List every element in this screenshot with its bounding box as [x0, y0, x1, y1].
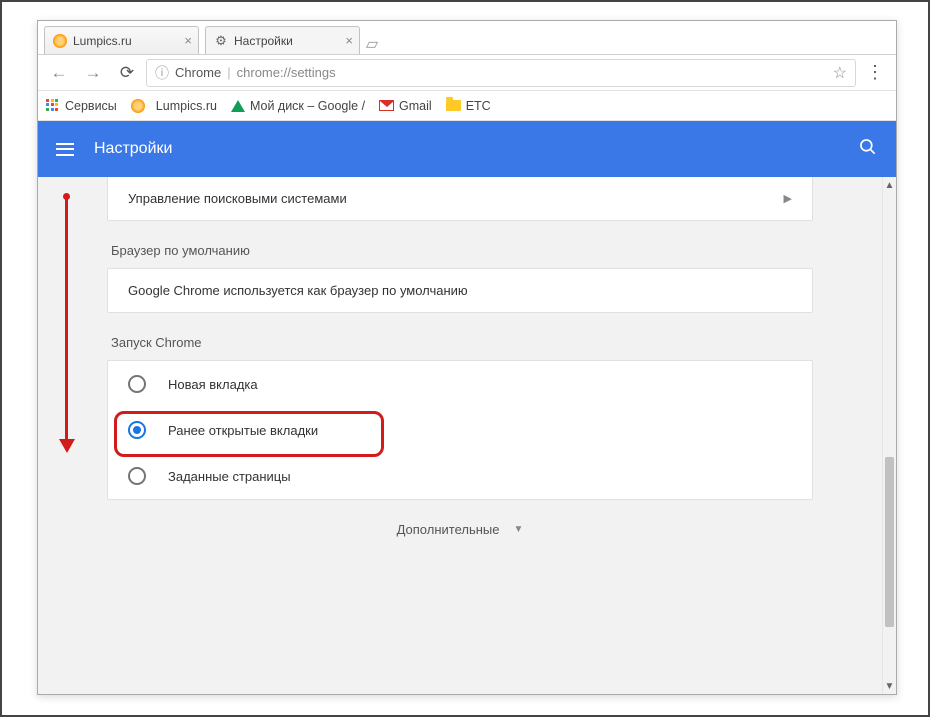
default-browser-status: Google Chrome используется как браузер п…	[108, 269, 812, 312]
row-label: Google Chrome используется как браузер п…	[128, 283, 468, 298]
bookmark-lumpics[interactable]: Lumpics.ru	[131, 99, 217, 113]
hamburger-menu-button[interactable]	[56, 143, 74, 156]
omnibox[interactable]: ⓘ Chrome | chrome://settings ☆	[146, 59, 856, 87]
page-title: Настройки	[94, 140, 172, 158]
bookmark-gmail[interactable]: Gmail	[379, 99, 432, 113]
tab-lumpics[interactable]: Lumpics.ru ×	[44, 26, 199, 54]
nav-reload-button[interactable]: ⟳	[112, 58, 142, 88]
radio-continue[interactable]: Ранее открытые вкладки	[108, 407, 812, 453]
settings-app-header: Настройки	[38, 121, 896, 177]
apps-shortcut[interactable]: Сервисы	[46, 99, 117, 113]
radio-label: Новая вкладка	[168, 377, 258, 392]
nav-forward-button: →	[78, 58, 108, 88]
bookmark-label: Сервисы	[65, 99, 117, 113]
gmail-icon	[379, 100, 394, 111]
url-origin: Chrome	[175, 65, 221, 80]
radio-specific-pages[interactable]: Заданные страницы	[108, 453, 812, 499]
bookmark-etc[interactable]: ETC	[446, 99, 491, 113]
tab-label: Настройки	[234, 34, 293, 48]
advanced-toggle[interactable]: Дополнительные ▼	[107, 500, 813, 547]
google-drive-icon	[231, 100, 245, 112]
annotation-arrow	[58, 193, 78, 453]
radio-icon	[128, 467, 146, 485]
manage-search-engines-row[interactable]: Управление поисковыми системами ▶	[108, 177, 812, 220]
scroll-up-button[interactable]: ▲	[883, 177, 896, 193]
gear-icon: ⚙	[214, 34, 228, 48]
nav-back-button[interactable]: ←	[44, 58, 74, 88]
bookmark-label: Lumpics.ru	[156, 99, 217, 113]
url-path: chrome://settings	[237, 65, 336, 80]
radio-label: Заданные страницы	[168, 469, 291, 484]
chevron-right-icon: ▶	[784, 192, 792, 205]
bookmark-label: Gmail	[399, 99, 432, 113]
scrollbar[interactable]: ▲ ▼	[882, 177, 896, 694]
radio-new-tab[interactable]: Новая вкладка	[108, 361, 812, 407]
lumpics-favicon-icon	[131, 99, 145, 113]
search-icon[interactable]	[858, 137, 878, 162]
address-bar: ← → ⟳ ⓘ Chrome | chrome://settings ☆ ⋮	[38, 55, 896, 91]
browser-window: David Lumpics.ru × ⚙ Настройки × ▱ ← →	[37, 20, 897, 695]
section-title-default-browser: Браузер по умолчанию	[111, 243, 809, 258]
apps-grid-icon	[46, 99, 60, 113]
bookmark-drive[interactable]: Мой диск – Google /	[231, 99, 365, 113]
radio-icon	[128, 421, 146, 439]
settings-content: Управление поисковыми системами ▶ Браузе…	[38, 177, 896, 694]
folder-icon	[446, 100, 461, 111]
chevron-down-icon: ▼	[514, 524, 524, 535]
advanced-label: Дополнительные	[397, 522, 500, 537]
tab-close-icon[interactable]: ×	[345, 33, 353, 48]
menu-button[interactable]: ⋮	[860, 62, 890, 83]
new-tab-button[interactable]: ▱	[360, 34, 384, 54]
lumpics-favicon-icon	[53, 34, 67, 48]
row-label: Управление поисковыми системами	[128, 191, 347, 206]
section-title-startup: Запуск Chrome	[111, 335, 809, 350]
startup-options: Новая вкладка Ранее открытые вкладки Зад…	[107, 360, 813, 500]
site-info-icon[interactable]: ⓘ	[155, 63, 169, 83]
radio-label: Ранее открытые вкладки	[168, 423, 318, 438]
bookmarks-bar: Сервисы Lumpics.ru Мой диск – Google / G…	[38, 91, 896, 121]
tab-settings[interactable]: ⚙ Настройки ×	[205, 26, 360, 54]
bookmark-label: ETC	[466, 99, 491, 113]
bookmark-label: Мой диск – Google /	[250, 99, 365, 113]
scroll-thumb[interactable]	[885, 457, 894, 627]
bookmark-star-icon[interactable]: ☆	[833, 63, 847, 83]
tab-close-icon[interactable]: ×	[184, 33, 192, 48]
scroll-down-button[interactable]: ▼	[883, 678, 896, 694]
tab-label: Lumpics.ru	[73, 34, 132, 48]
tab-strip: Lumpics.ru × ⚙ Настройки × ▱	[38, 21, 896, 55]
radio-icon	[128, 375, 146, 393]
